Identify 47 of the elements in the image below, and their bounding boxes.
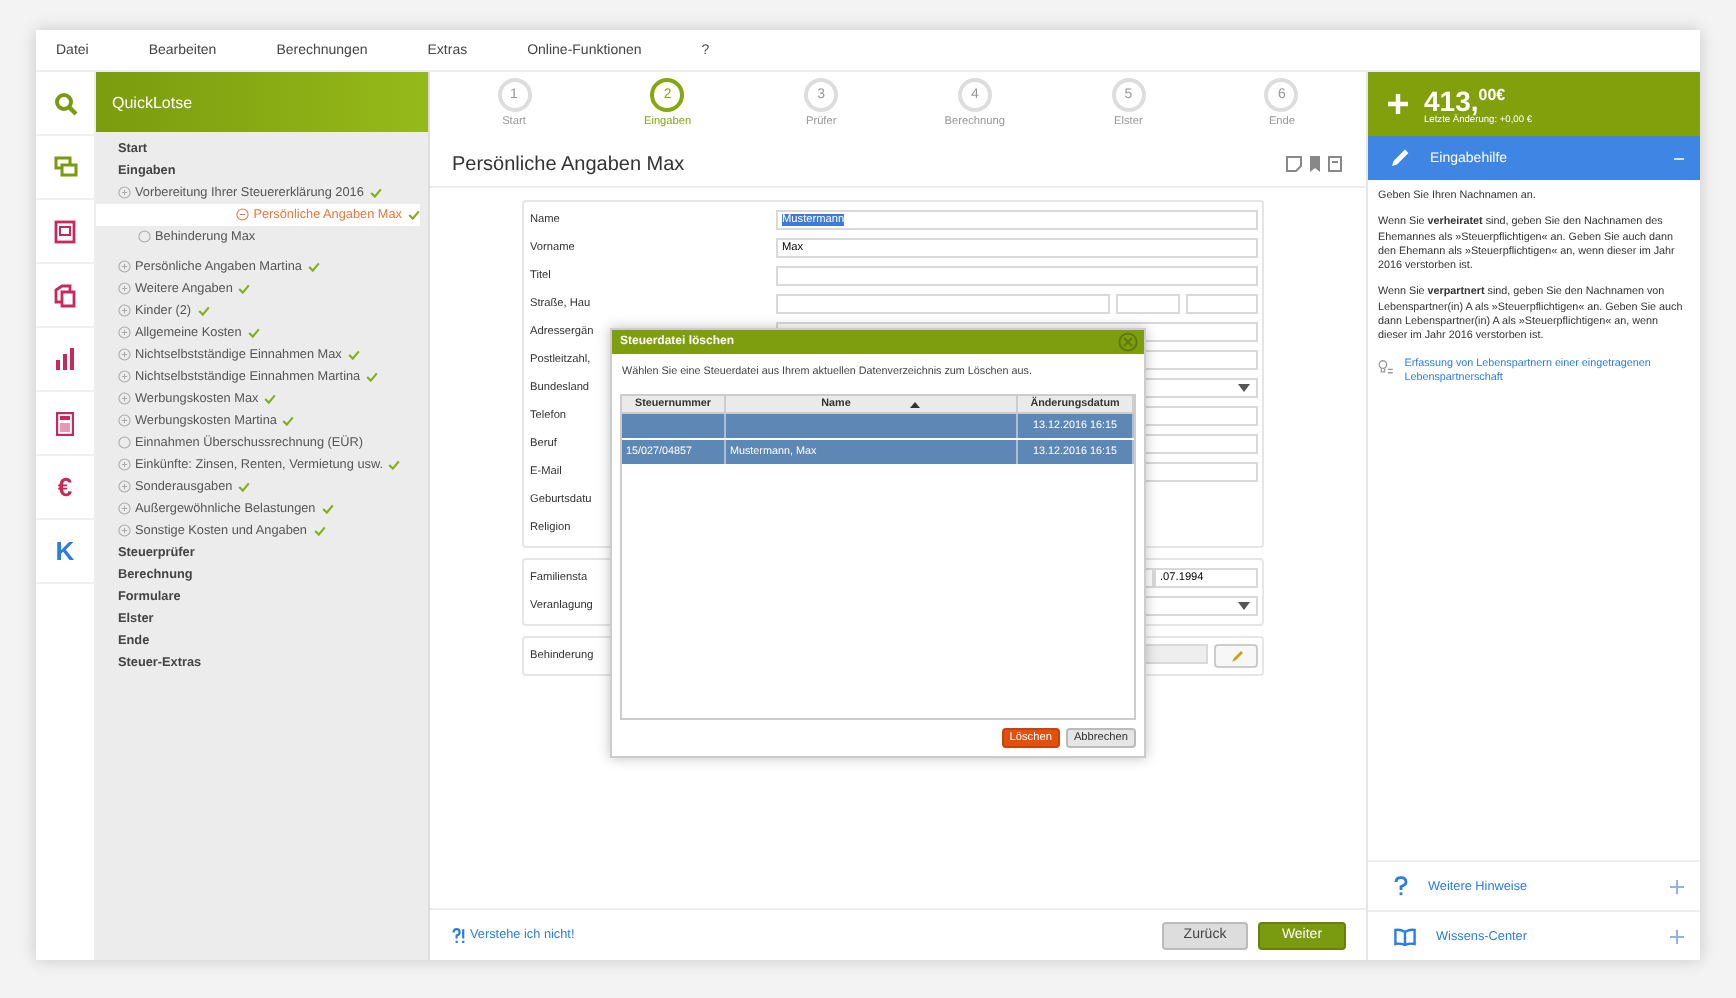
glyph-icon[interactable]: € <box>57 474 73 500</box>
expand-icon[interactable] <box>118 304 131 318</box>
quicklotse-header: QuickLotse <box>96 72 428 132</box>
glyph-icon[interactable]: K <box>55 538 75 564</box>
expand-icon[interactable] <box>118 370 131 384</box>
expand-icon[interactable] <box>118 392 131 406</box>
input-field[interactable] <box>1116 294 1180 314</box>
refund-amount: 413,$^{00€}$ <box>1424 83 1506 116</box>
collapse-icon[interactable] <box>236 208 250 222</box>
chat-icon[interactable] <box>53 156 77 178</box>
expand-icon[interactable] <box>118 348 131 362</box>
document-icon[interactable] <box>54 219 76 243</box>
expand-icon[interactable] <box>118 480 131 494</box>
page-title: Persönliche Angaben Max <box>452 153 685 175</box>
caret-icon <box>1238 384 1250 392</box>
book-icon <box>1394 927 1416 945</box>
expand-icon[interactable] <box>118 524 131 538</box>
plus-icon <box>1388 94 1408 114</box>
note-icon[interactable] <box>1286 156 1302 172</box>
expand-icon[interactable] <box>1670 879 1684 893</box>
expand-icon[interactable] <box>118 260 131 274</box>
circle-icon <box>118 436 131 450</box>
documents-icon[interactable] <box>54 283 76 307</box>
expand-icon[interactable] <box>118 186 131 200</box>
edit-button[interactable] <box>1214 644 1258 668</box>
expand-icon[interactable] <box>118 414 131 428</box>
help-icon <box>1394 876 1408 896</box>
search-icon[interactable] <box>53 91 77 115</box>
circle-icon <box>138 230 151 244</box>
bar-chart-icon[interactable] <box>54 348 76 370</box>
bookmark-icon[interactable] <box>1310 156 1320 172</box>
help-icon <box>452 927 466 943</box>
caret-icon <box>1238 602 1250 610</box>
document-icon[interactable] <box>1328 156 1342 172</box>
pencil-icon <box>1229 649 1243 663</box>
expand-icon[interactable] <box>1670 929 1684 943</box>
expand-icon[interactable] <box>118 502 131 516</box>
input-field[interactable] <box>776 266 1258 286</box>
input-field[interactable] <box>1186 294 1258 314</box>
input-field[interactable] <box>776 294 1110 314</box>
expand-icon[interactable] <box>118 282 131 296</box>
close-icon[interactable] <box>1118 332 1138 352</box>
calculator-icon[interactable] <box>56 411 74 435</box>
lightbulb-icon <box>1378 357 1395 376</box>
pencil-icon <box>1390 148 1410 168</box>
expand-icon[interactable] <box>118 326 131 340</box>
expand-icon[interactable] <box>118 458 131 472</box>
